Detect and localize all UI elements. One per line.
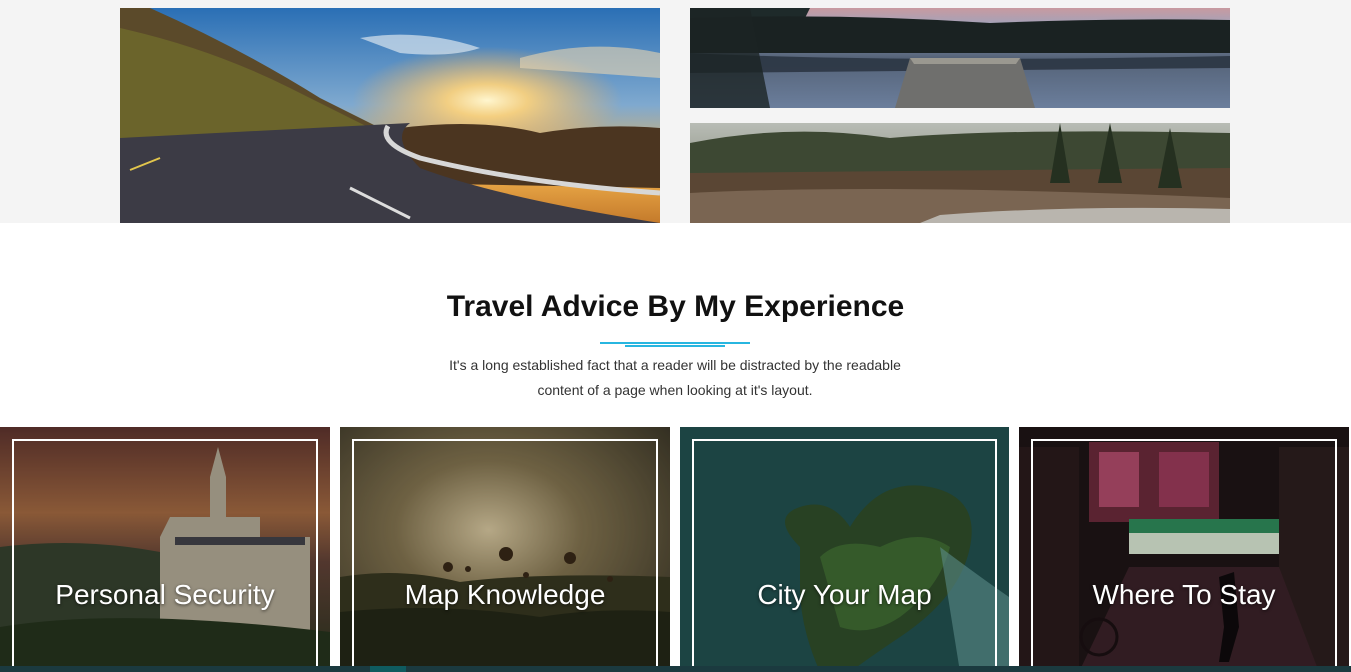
section-intro: It's a long established fact that a read… — [440, 353, 910, 403]
card-map-knowledge[interactable]: Map Knowledge — [340, 427, 670, 672]
lake-dock-image — [690, 8, 1230, 108]
card-title: City Your Map — [757, 579, 932, 610]
card-frame — [1031, 439, 1337, 672]
section-title: Travel Advice By My Experience — [446, 290, 905, 323]
card-frame — [352, 439, 658, 672]
card-city-your-map[interactable]: City Your Map — [680, 427, 1009, 672]
title-divider — [600, 341, 750, 349]
footer-edge — [0, 666, 1351, 672]
card-frame — [692, 439, 997, 672]
card-where-to-stay[interactable]: Where To Stay — [1019, 427, 1349, 672]
card-personal-security[interactable]: Personal Security — [0, 427, 330, 672]
intro-line-2: content of a page when looking at it's l… — [537, 382, 813, 398]
card-title: Where To Stay — [1092, 579, 1276, 610]
forest-river-image — [690, 123, 1230, 223]
card-title: Map Knowledge — [404, 579, 606, 610]
intro-line-1: It's a long established fact that a read… — [449, 357, 901, 373]
card-frame — [12, 439, 318, 672]
mountain-road-sunset-image — [120, 8, 660, 223]
card-title: Personal Security — [55, 579, 275, 610]
advice-cards: Personal Security Map Knowledge City You… — [0, 427, 1351, 672]
